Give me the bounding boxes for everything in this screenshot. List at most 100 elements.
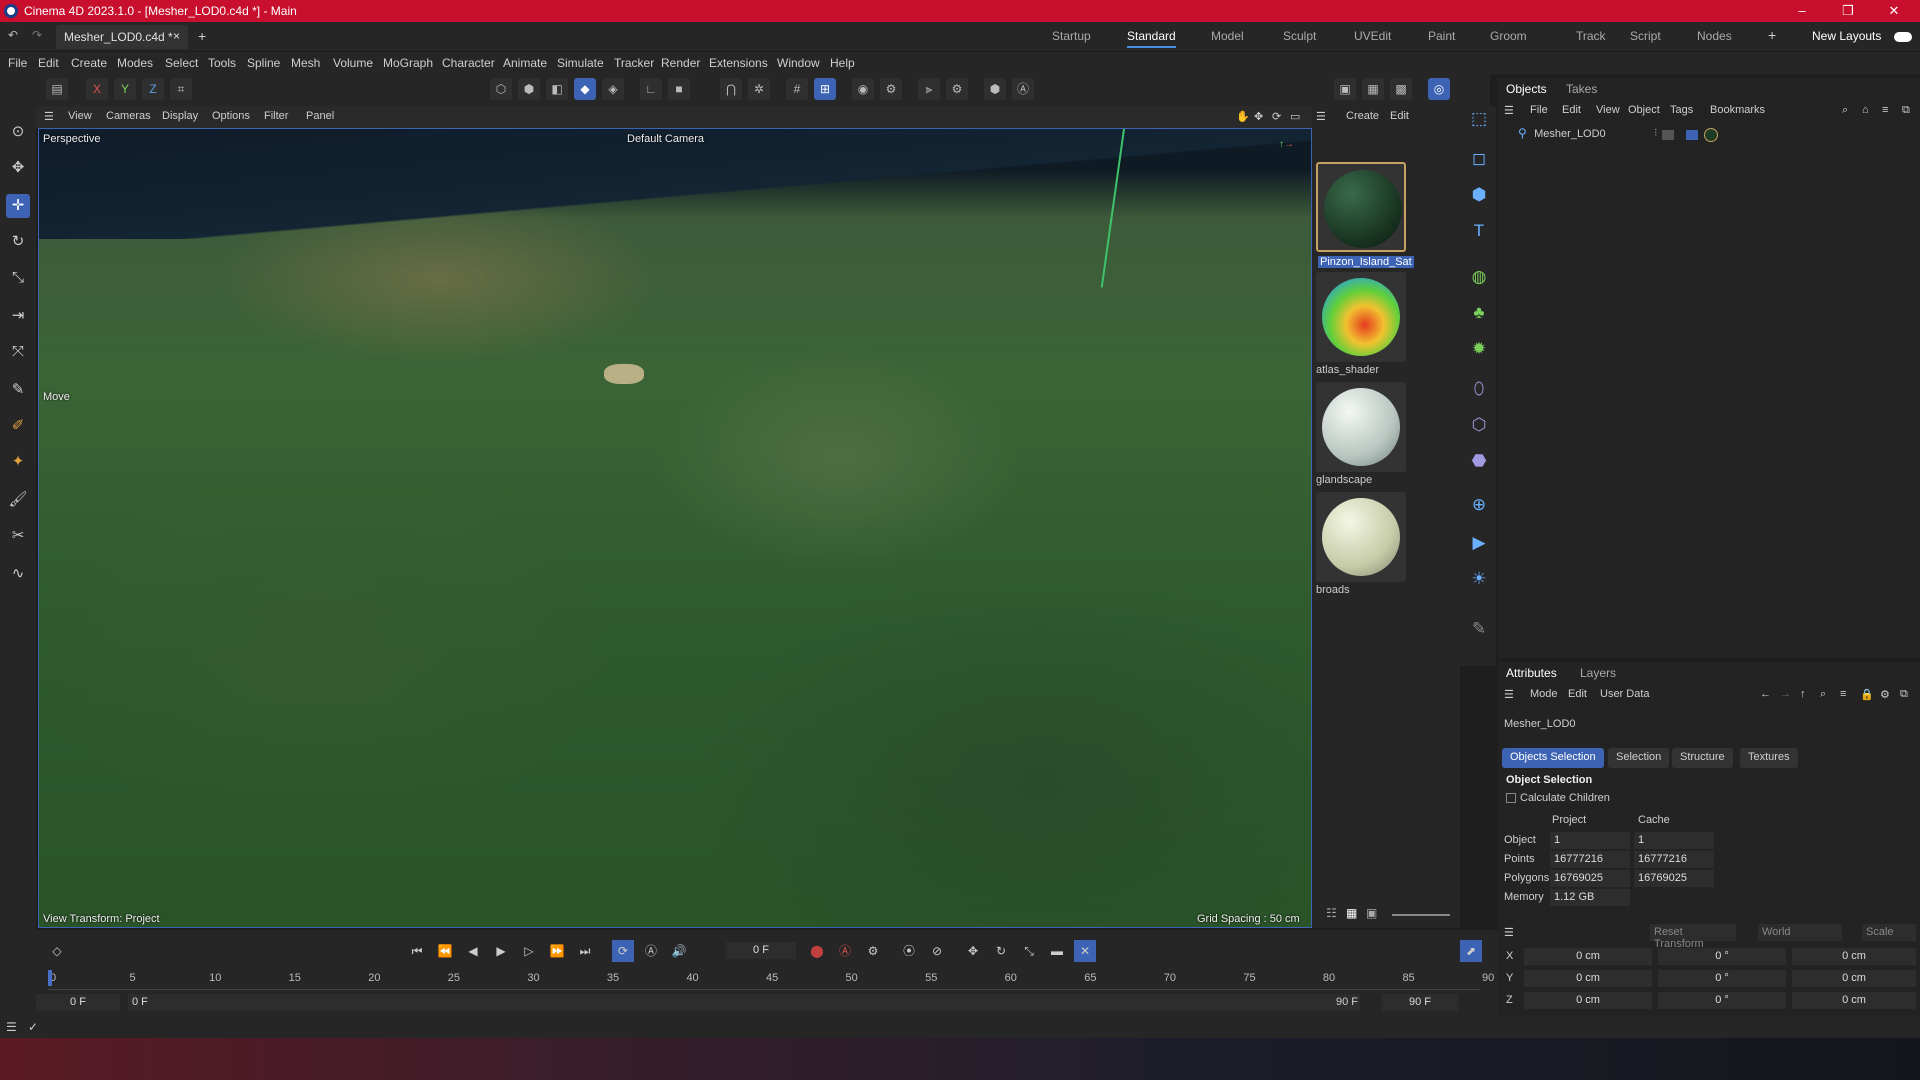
viewport-menu-view[interactable]: View: [68, 110, 92, 122]
large-view-icon[interactable]: ▣: [1366, 906, 1377, 920]
restore-button[interactable]: ❐: [1828, 2, 1868, 20]
forward-icon[interactable]: →: [1780, 688, 1791, 700]
auto-key-icon[interactable]: Ⓐ: [1012, 78, 1034, 100]
snap-settings-icon[interactable]: ✲: [748, 78, 770, 100]
subtab-structure[interactable]: Structure: [1672, 748, 1733, 768]
loop-icon[interactable]: ⟳: [612, 940, 634, 962]
next-key-icon[interactable]: ⏩: [546, 940, 568, 962]
generator-icon[interactable]: ◍: [1466, 264, 1492, 290]
camera-object-icon[interactable]: ⬚: [1466, 106, 1492, 132]
status-menu-icon[interactable]: ☰: [6, 1020, 17, 1034]
menu-file[interactable]: File: [8, 56, 27, 70]
attr-menu-userdata[interactable]: User Data: [1600, 688, 1650, 700]
menu-mesh[interactable]: Mesh: [291, 56, 320, 70]
subtab-textures[interactable]: Textures: [1740, 748, 1798, 768]
material-swatch[interactable]: glandscape: [1316, 382, 1406, 486]
texture-tag-icon[interactable]: [1704, 128, 1718, 142]
prev-frame-icon[interactable]: ◀: [462, 940, 484, 962]
coordinate-system-icon[interactable]: ⌗: [170, 78, 192, 100]
subtab-selection[interactable]: Selection: [1608, 748, 1670, 768]
symmetry-icon[interactable]: ⫸: [918, 78, 940, 100]
menu-spline[interactable]: Spline: [247, 56, 280, 70]
objects-menu-tags[interactable]: Tags: [1670, 104, 1693, 116]
3d-viewport[interactable]: Perspective Default Camera Move View Tra…: [38, 128, 1312, 928]
search-icon[interactable]: ⌕: [1820, 688, 1826, 701]
motion-icon[interactable]: ⦿: [898, 940, 920, 962]
cloner-icon[interactable]: ♣: [1466, 300, 1492, 326]
deformer-icon[interactable]: ✹: [1466, 336, 1492, 362]
menu-simulate[interactable]: Simulate: [557, 56, 604, 70]
up-icon[interactable]: ↑: [1800, 688, 1806, 700]
points-mode-icon[interactable]: ⬡: [490, 78, 512, 100]
viewport-menu-display[interactable]: Display: [162, 110, 198, 122]
tab-attributes[interactable]: Attributes: [1506, 666, 1557, 680]
subtab-objects-selection[interactable]: Objects Selection: [1502, 748, 1604, 768]
layout-tab-uvedit[interactable]: UVEdit: [1354, 29, 1391, 43]
material-swatch[interactable]: broads: [1316, 492, 1406, 596]
viewport-solo-icon[interactable]: ■: [668, 78, 690, 100]
keyframe-selection-icon[interactable]: ⊘: [926, 940, 948, 962]
cube-shade-icon[interactable]: ⬢: [984, 78, 1006, 100]
prev-key-icon[interactable]: ⏪: [434, 940, 456, 962]
render-queue-icon[interactable]: ▦: [1362, 78, 1384, 100]
scale-tool-icon[interactable]: ⤡: [6, 266, 30, 290]
play-icon[interactable]: ▶: [490, 940, 512, 962]
menu-tracker[interactable]: Tracker: [614, 56, 654, 70]
grid-icon[interactable]: #: [786, 78, 808, 100]
move-tool-icon[interactable]: ✛: [6, 194, 30, 218]
knife-tool-icon[interactable]: ✂: [6, 524, 30, 548]
palette-icon[interactable]: ▤: [46, 78, 68, 100]
viewport-menu-options[interactable]: Options: [212, 110, 250, 122]
axis-mode-icon[interactable]: ∟: [640, 78, 662, 100]
coord-scale-field[interactable]: 0 cm: [1792, 992, 1916, 1009]
playhead[interactable]: [48, 970, 52, 986]
objects-menu-view[interactable]: View: [1596, 104, 1620, 116]
edges-mode-icon[interactable]: ⬢: [518, 78, 540, 100]
coord-rotation-field[interactable]: 0 °: [1658, 948, 1786, 965]
undo-icon[interactable]: ↶: [8, 28, 18, 42]
tab-layers[interactable]: Layers: [1580, 666, 1616, 680]
attr-menu-mode[interactable]: Mode: [1530, 688, 1558, 700]
list-view-icon[interactable]: ☷: [1326, 906, 1337, 920]
tag-icon[interactable]: [1662, 130, 1674, 140]
search-icon[interactable]: ⌕: [1842, 104, 1848, 117]
frame-ruler[interactable]: [48, 986, 1480, 990]
new-window-icon[interactable]: ⧉: [1902, 104, 1910, 117]
objects-menu-object[interactable]: Object: [1628, 104, 1660, 116]
field-icon[interactable]: ⬯: [1466, 376, 1492, 402]
coord-position-field[interactable]: 0 cm: [1524, 992, 1652, 1009]
current-frame-field[interactable]: 0 F: [726, 942, 796, 959]
objects-menu-edit[interactable]: Edit: [1562, 104, 1581, 116]
menu-create[interactable]: Create: [71, 56, 107, 70]
menu-window[interactable]: Window: [777, 56, 820, 70]
lock-icon[interactable]: 🔒: [1860, 688, 1874, 701]
layout-toggle[interactable]: [1894, 32, 1912, 42]
range-start-field[interactable]: 0 F: [128, 994, 1360, 1011]
redo-icon[interactable]: ↷: [32, 28, 42, 42]
tab-objects[interactable]: Objects: [1506, 82, 1547, 96]
material-tag-icon[interactable]: [1686, 130, 1698, 140]
visibility-icon[interactable]: ⁝: [1654, 126, 1658, 139]
menu-render[interactable]: Render: [661, 56, 700, 70]
playback-mode-icon[interactable]: Ⓐ: [640, 940, 662, 962]
tab-takes[interactable]: Takes: [1566, 82, 1597, 96]
layout-tab-nodes[interactable]: Nodes: [1697, 29, 1732, 43]
coord-position-field[interactable]: 0 cm: [1524, 970, 1652, 987]
magnet-tool-icon[interactable]: ∿: [6, 562, 30, 586]
home-icon[interactable]: ⌂: [1862, 104, 1869, 116]
add-document-icon[interactable]: +: [198, 28, 206, 44]
position-key-icon[interactable]: ✥: [962, 940, 984, 962]
settings-icon[interactable]: ⚙: [1880, 688, 1890, 701]
coord-rotation-field[interactable]: 0 °: [1658, 970, 1786, 987]
minimize-button[interactable]: –: [1782, 2, 1822, 20]
reset-transform-button[interactable]: Reset Transform: [1650, 924, 1736, 950]
rotate-tool-icon[interactable]: ↻: [6, 230, 30, 254]
edit-icon[interactable]: ✎: [1466, 616, 1492, 642]
document-tab-close-icon[interactable]: ×: [173, 29, 180, 43]
cube-icon[interactable]: ⬢: [1466, 182, 1492, 208]
menu-volume[interactable]: Volume: [333, 56, 373, 70]
next-frame-icon[interactable]: ▷: [518, 940, 540, 962]
object-row[interactable]: ⚲ Mesher_LOD0 ⁝: [1518, 126, 1918, 144]
material-menu-create[interactable]: Create: [1346, 110, 1379, 122]
end-frame-field[interactable]: 90 F: [1382, 994, 1458, 1011]
